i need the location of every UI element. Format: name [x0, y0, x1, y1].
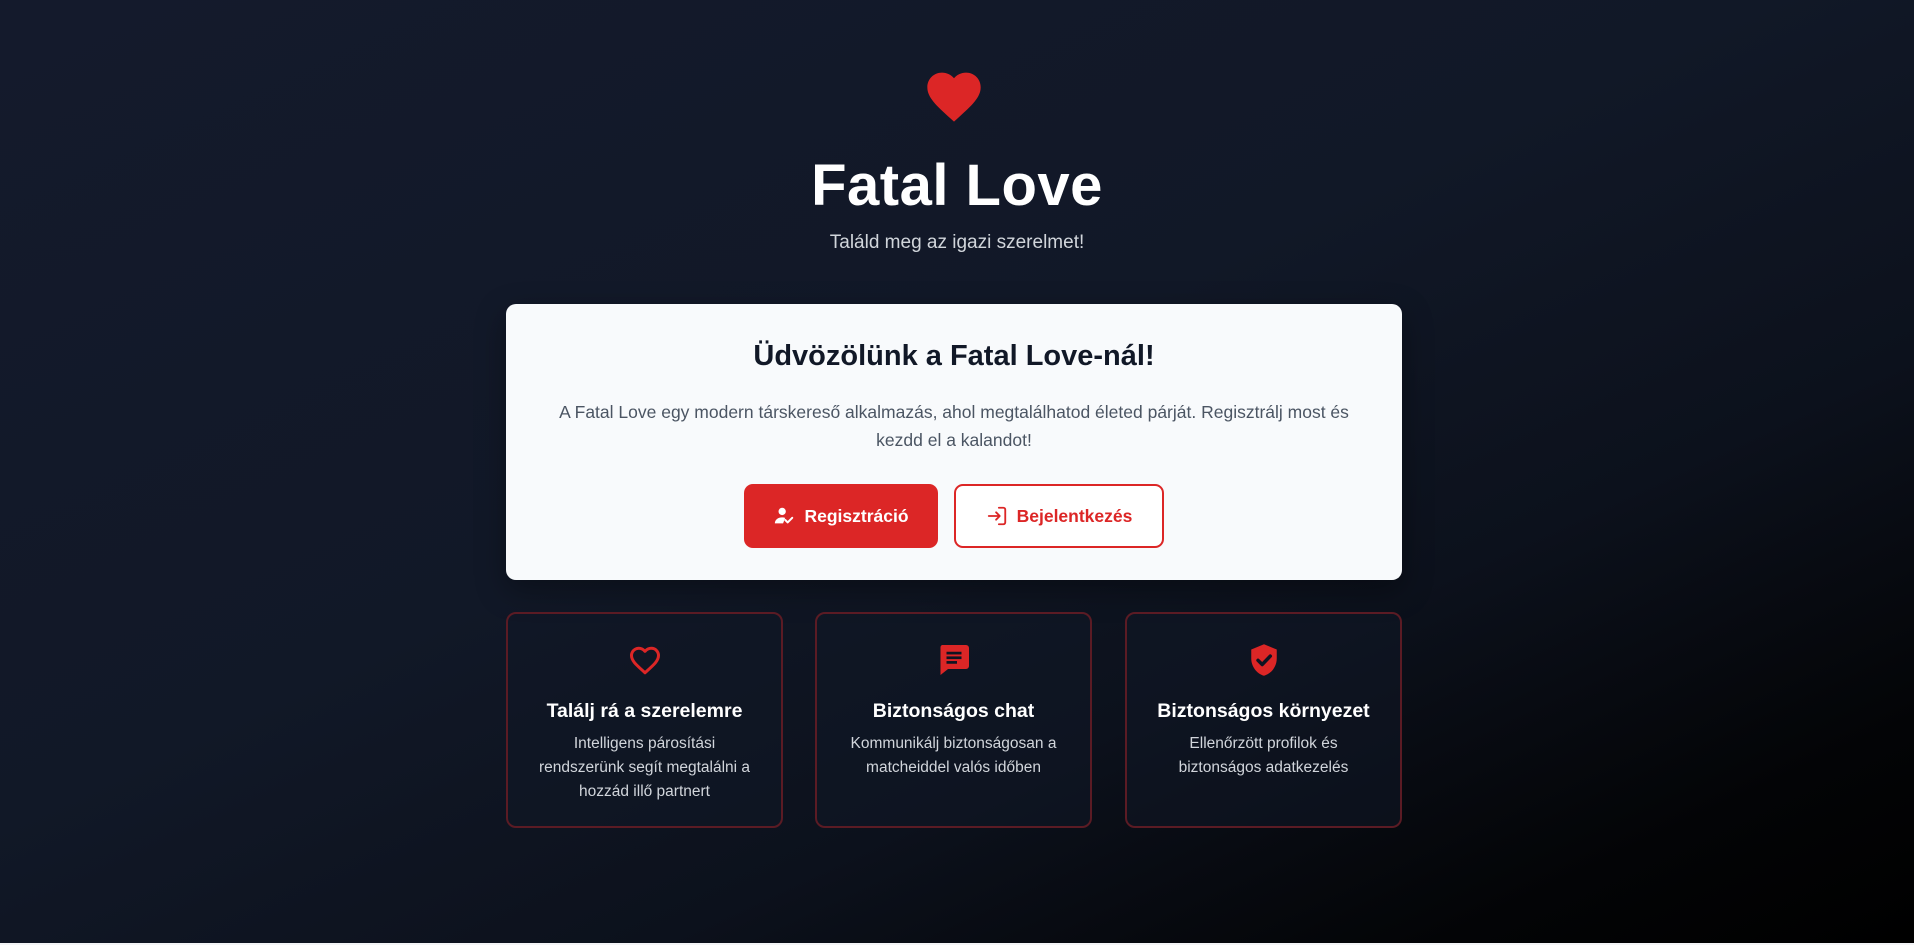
welcome-title: Üdvözölünk a Fatal Love-nál!: [753, 340, 1155, 372]
feature-card-security: Biztonságos környezet Ellenőrzött profil…: [1125, 612, 1402, 828]
chat-icon: [939, 645, 969, 675]
feature-title: Találj rá a szerelemre: [546, 700, 743, 722]
heart-icon: [927, 72, 981, 122]
login-icon: [986, 505, 1008, 527]
welcome-card: Üdvözölünk a Fatal Love-nál! A Fatal Lov…: [506, 304, 1402, 580]
shield-check-icon: [1250, 644, 1277, 676]
feature-card-chat: Biztonságos chat Kommunikálj biztonságos…: [815, 612, 1092, 828]
login-button[interactable]: Bejelentkezés: [954, 484, 1164, 548]
login-button-label: Bejelentkezés: [1016, 505, 1133, 526]
feature-title: Biztonságos környezet: [1157, 700, 1370, 722]
register-button[interactable]: Regisztráció: [744, 484, 938, 548]
feature-text: Ellenőrzött profilok és biztonságos adat…: [1178, 735, 1349, 776]
feature-card-love: Találj rá a szerelemre Intelligens páros…: [506, 612, 783, 828]
app-subtitle: Találd meg az igazi szerelmet!: [829, 232, 1085, 253]
app-title: Fatal Love: [811, 153, 1103, 218]
user-check-icon: [773, 505, 795, 527]
feature-text: Kommunikálj biztonságosan a matcheiddel …: [850, 735, 1057, 776]
heart-outline-icon: [629, 646, 660, 675]
register-button-label: Regisztráció: [804, 505, 909, 526]
landing-page: Fatal Love Találd meg az igazi szerelmet…: [0, 0, 1914, 943]
feature-title: Biztonságos chat: [872, 700, 1035, 722]
welcome-text: A Fatal Love egy modern társkereső alkal…: [559, 402, 1349, 450]
feature-text: Intelligens párosítási rendszerünk segít…: [538, 735, 751, 800]
